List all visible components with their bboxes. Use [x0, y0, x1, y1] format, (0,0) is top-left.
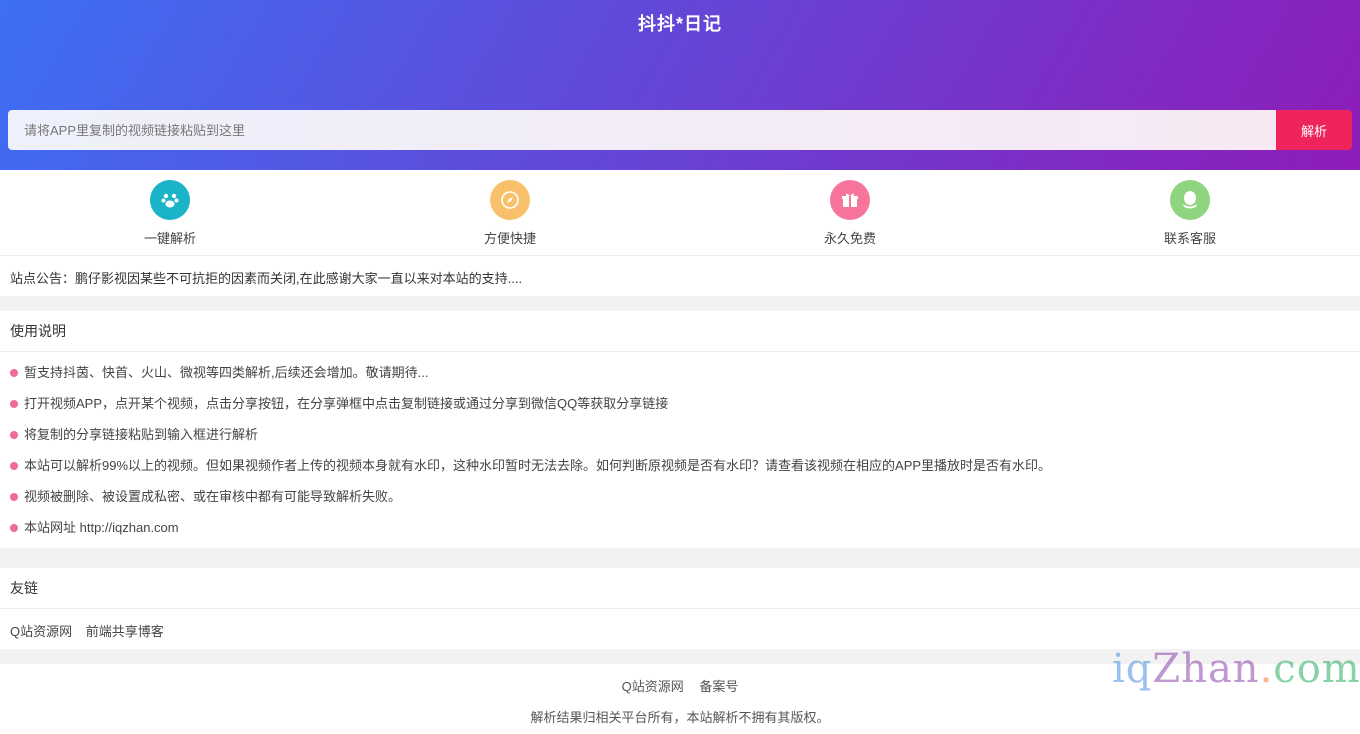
bullet-dot: [10, 400, 18, 408]
list-item-text: 视频被删除、被设置成私密、或在审核中都有可能导致解析失败。: [24, 489, 402, 504]
parse-button[interactable]: 解析: [1276, 110, 1352, 150]
site-notice: 站点公告：鹏仔影视因某些不可抗拒的因素而关闭,在此感谢大家一直以来对本站的支持.…: [0, 256, 1360, 296]
list-item: 视频被删除、被设置成私密、或在审核中都有可能导致解析失败。: [0, 486, 1360, 517]
list-item-text: 本站网址 http://iqzhan.com: [24, 520, 179, 535]
bullet-dot: [10, 431, 18, 439]
footer-copyright: 解析结果归相关平台所有，本站解析不拥有其版权。: [530, 710, 830, 725]
list-item: 本站可以解析99%以上的视频。但如果视频作者上传的视频本身就有水印，这种水印暂时…: [0, 455, 1360, 486]
gift-icon: [830, 180, 870, 220]
feature-label: 联系客服: [1163, 231, 1216, 246]
header-banner: 抖抖*日记 解析: [0, 0, 1360, 170]
feature-label: 一键解析: [143, 231, 196, 246]
bullet-dot: [10, 524, 18, 532]
list-item: 将复制的分享链接粘贴到输入框进行解析: [0, 424, 1360, 455]
search-bar: 解析: [8, 110, 1352, 150]
bullet-dot: [10, 493, 18, 501]
feature-bar: 一键解析 方便快捷 永久免费 联系客服: [0, 170, 1360, 256]
feature-convenient[interactable]: 方便快捷: [340, 170, 680, 255]
list-item-text: 将复制的分享链接粘贴到输入框进行解析: [24, 427, 259, 442]
feature-customer-service[interactable]: 联系客服: [1020, 170, 1360, 255]
feature-label: 永久免费: [823, 231, 876, 246]
feature-one-click-parse[interactable]: 一键解析: [0, 170, 340, 255]
usage-panel: 使用说明 暂支持抖茵、快首、火山、微视等四类解析,后续还会增加。敬请期待... …: [0, 311, 1360, 548]
compass-icon: [490, 180, 530, 220]
friend-link-qzhan[interactable]: Q站资源网: [10, 624, 72, 639]
friend-link-frontend-blog[interactable]: 前端共享博客: [86, 624, 164, 639]
friend-links-title: 友链: [0, 568, 1360, 609]
list-item-text: 打开视频APP，点开某个视频，点击分享按钮，在分享弹框中点击复制链接或通过分享到…: [24, 396, 669, 411]
video-link-input[interactable]: [8, 110, 1276, 150]
bullet-dot: [10, 369, 18, 377]
bullet-dot: [10, 462, 18, 470]
feature-label: 方便快捷: [483, 231, 536, 246]
list-item-text: 本站可以解析99%以上的视频。但如果视频作者上传的视频本身就有水印，这种水印暂时…: [24, 458, 1052, 473]
usage-title: 使用说明: [0, 311, 1360, 352]
watermark-logo: iqZhan.com: [1112, 646, 1360, 692]
list-item: 暂支持抖茵、快首、火山、微视等四类解析,后续还会增加。敬请期待...: [0, 362, 1360, 393]
footer-link-icp[interactable]: 备案号: [699, 679, 738, 694]
list-item: 打开视频APP，点开某个视频，点击分享按钮，在分享弹框中点击复制链接或通过分享到…: [0, 393, 1360, 424]
site-logo[interactable]: 抖抖*日记: [0, 10, 1360, 36]
usage-list: 暂支持抖茵、快首、火山、微视等四类解析,后续还会增加。敬请期待... 打开视频A…: [0, 352, 1360, 548]
list-item-text: 暂支持抖茵、快首、火山、微视等四类解析,后续还会增加。敬请期待...: [24, 365, 429, 380]
feature-free-forever[interactable]: 永久免费: [680, 170, 1020, 255]
qq-icon: [1170, 180, 1210, 220]
paw-icon: [150, 180, 190, 220]
footer-link-qzhan[interactable]: Q站资源网: [622, 679, 684, 694]
friend-links-panel: 友链 Q站资源网 前端共享博客: [0, 568, 1360, 649]
list-item: 本站网址 http://iqzhan.com: [0, 517, 1360, 548]
